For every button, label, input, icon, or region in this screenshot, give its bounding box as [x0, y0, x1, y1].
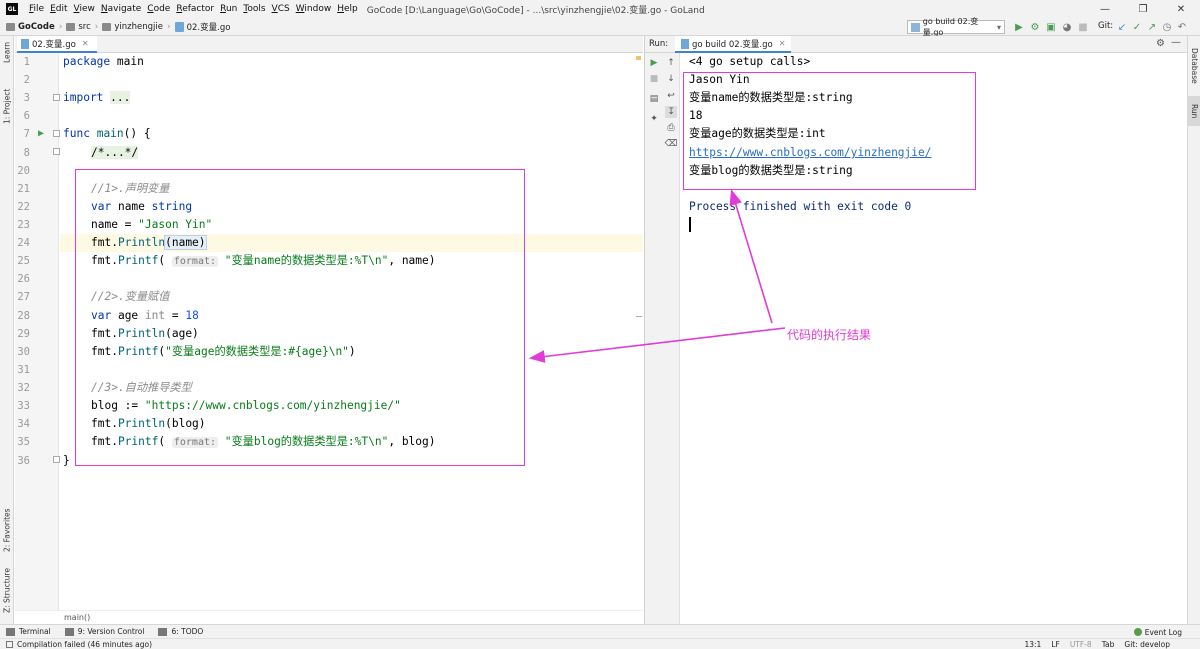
file-encoding[interactable]: UTF-8 [1070, 639, 1092, 649]
annotation-label: 代码的执行结果 [787, 328, 872, 342]
version-control-icon [64, 627, 74, 636]
line-separator[interactable]: LF [1051, 639, 1060, 649]
todo-icon [158, 627, 168, 636]
indent-setting[interactable]: Tab [1102, 639, 1115, 649]
todo-tab[interactable]: 6: TODO [158, 627, 203, 636]
status-icon [6, 641, 13, 648]
arrow-to-output [729, 188, 773, 324]
event-log-tab[interactable]: Event Log [1133, 625, 1182, 639]
event-log-icon [1133, 628, 1142, 636]
terminal-tab[interactable]: Terminal [6, 627, 51, 636]
git-branch[interactable]: Git: develop [1124, 639, 1170, 649]
terminal-icon [6, 627, 15, 636]
version-control-tab[interactable]: 9: Version Control [64, 627, 144, 636]
status-bar: Compilation failed (46 minutes ago) 13:1… [0, 638, 1200, 649]
status-message[interactable]: Compilation failed (46 minutes ago) [6, 639, 152, 649]
annotation-arrows [528, 188, 786, 363]
caret-position[interactable]: 13:1 [1024, 639, 1041, 649]
arrow-to-code [528, 327, 786, 363]
bottom-tool-bar: Terminal 9: Version Control 6: TODO Even… [0, 624, 1200, 638]
status-widgets: 13:1 LF UTF-8 Tab Git: develop [1024, 639, 1170, 649]
